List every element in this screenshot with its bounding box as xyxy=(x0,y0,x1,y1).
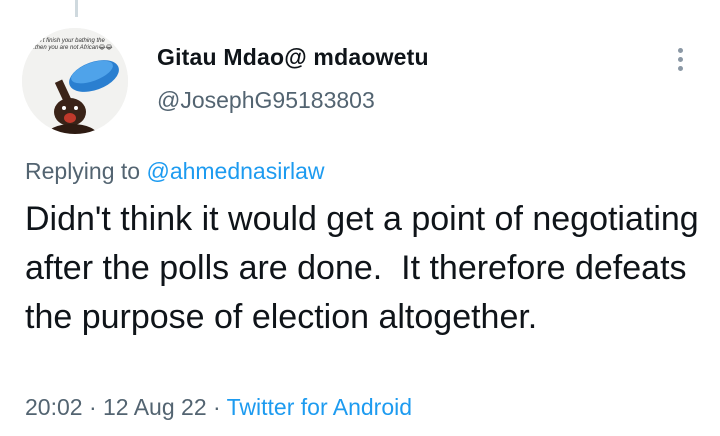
more-vertical-icon xyxy=(677,56,683,62)
more-options-button[interactable] xyxy=(669,42,691,76)
tweet-text: Didn't think it would get a point of neg… xyxy=(25,200,709,336)
avatar[interactable]: ...dn't finish your bathing the ...then … xyxy=(22,28,128,134)
tweet-meta: 20:02 · 12 Aug 22 · Twitter for Android xyxy=(25,394,412,421)
replying-to-label: Replying to xyxy=(25,158,147,184)
tweet-date[interactable]: 12 Aug 22 xyxy=(103,394,207,420)
replying-to: Replying to @ahmednasirlaw xyxy=(25,158,325,185)
author-handle[interactable]: @JosephG95183803 xyxy=(157,87,375,114)
tweet-time[interactable]: 20:02 xyxy=(25,394,83,420)
reply-mention-link[interactable]: @ahmednasirlaw xyxy=(146,158,324,184)
more-vertical-icon xyxy=(677,65,683,71)
tweet-source-link[interactable]: Twitter for Android xyxy=(227,394,412,420)
tweet: ...dn't finish your bathing the ...then … xyxy=(0,0,720,436)
meta-separator: · xyxy=(82,394,104,420)
more-vertical-icon xyxy=(677,47,683,53)
author-display-name[interactable]: Gitau Mdao@ mdaowetu xyxy=(157,44,429,71)
thread-connector-line xyxy=(75,0,78,17)
meta-separator: · xyxy=(206,394,227,420)
avatar-caption: ...dn't finish your bathing the ...then … xyxy=(30,38,113,51)
